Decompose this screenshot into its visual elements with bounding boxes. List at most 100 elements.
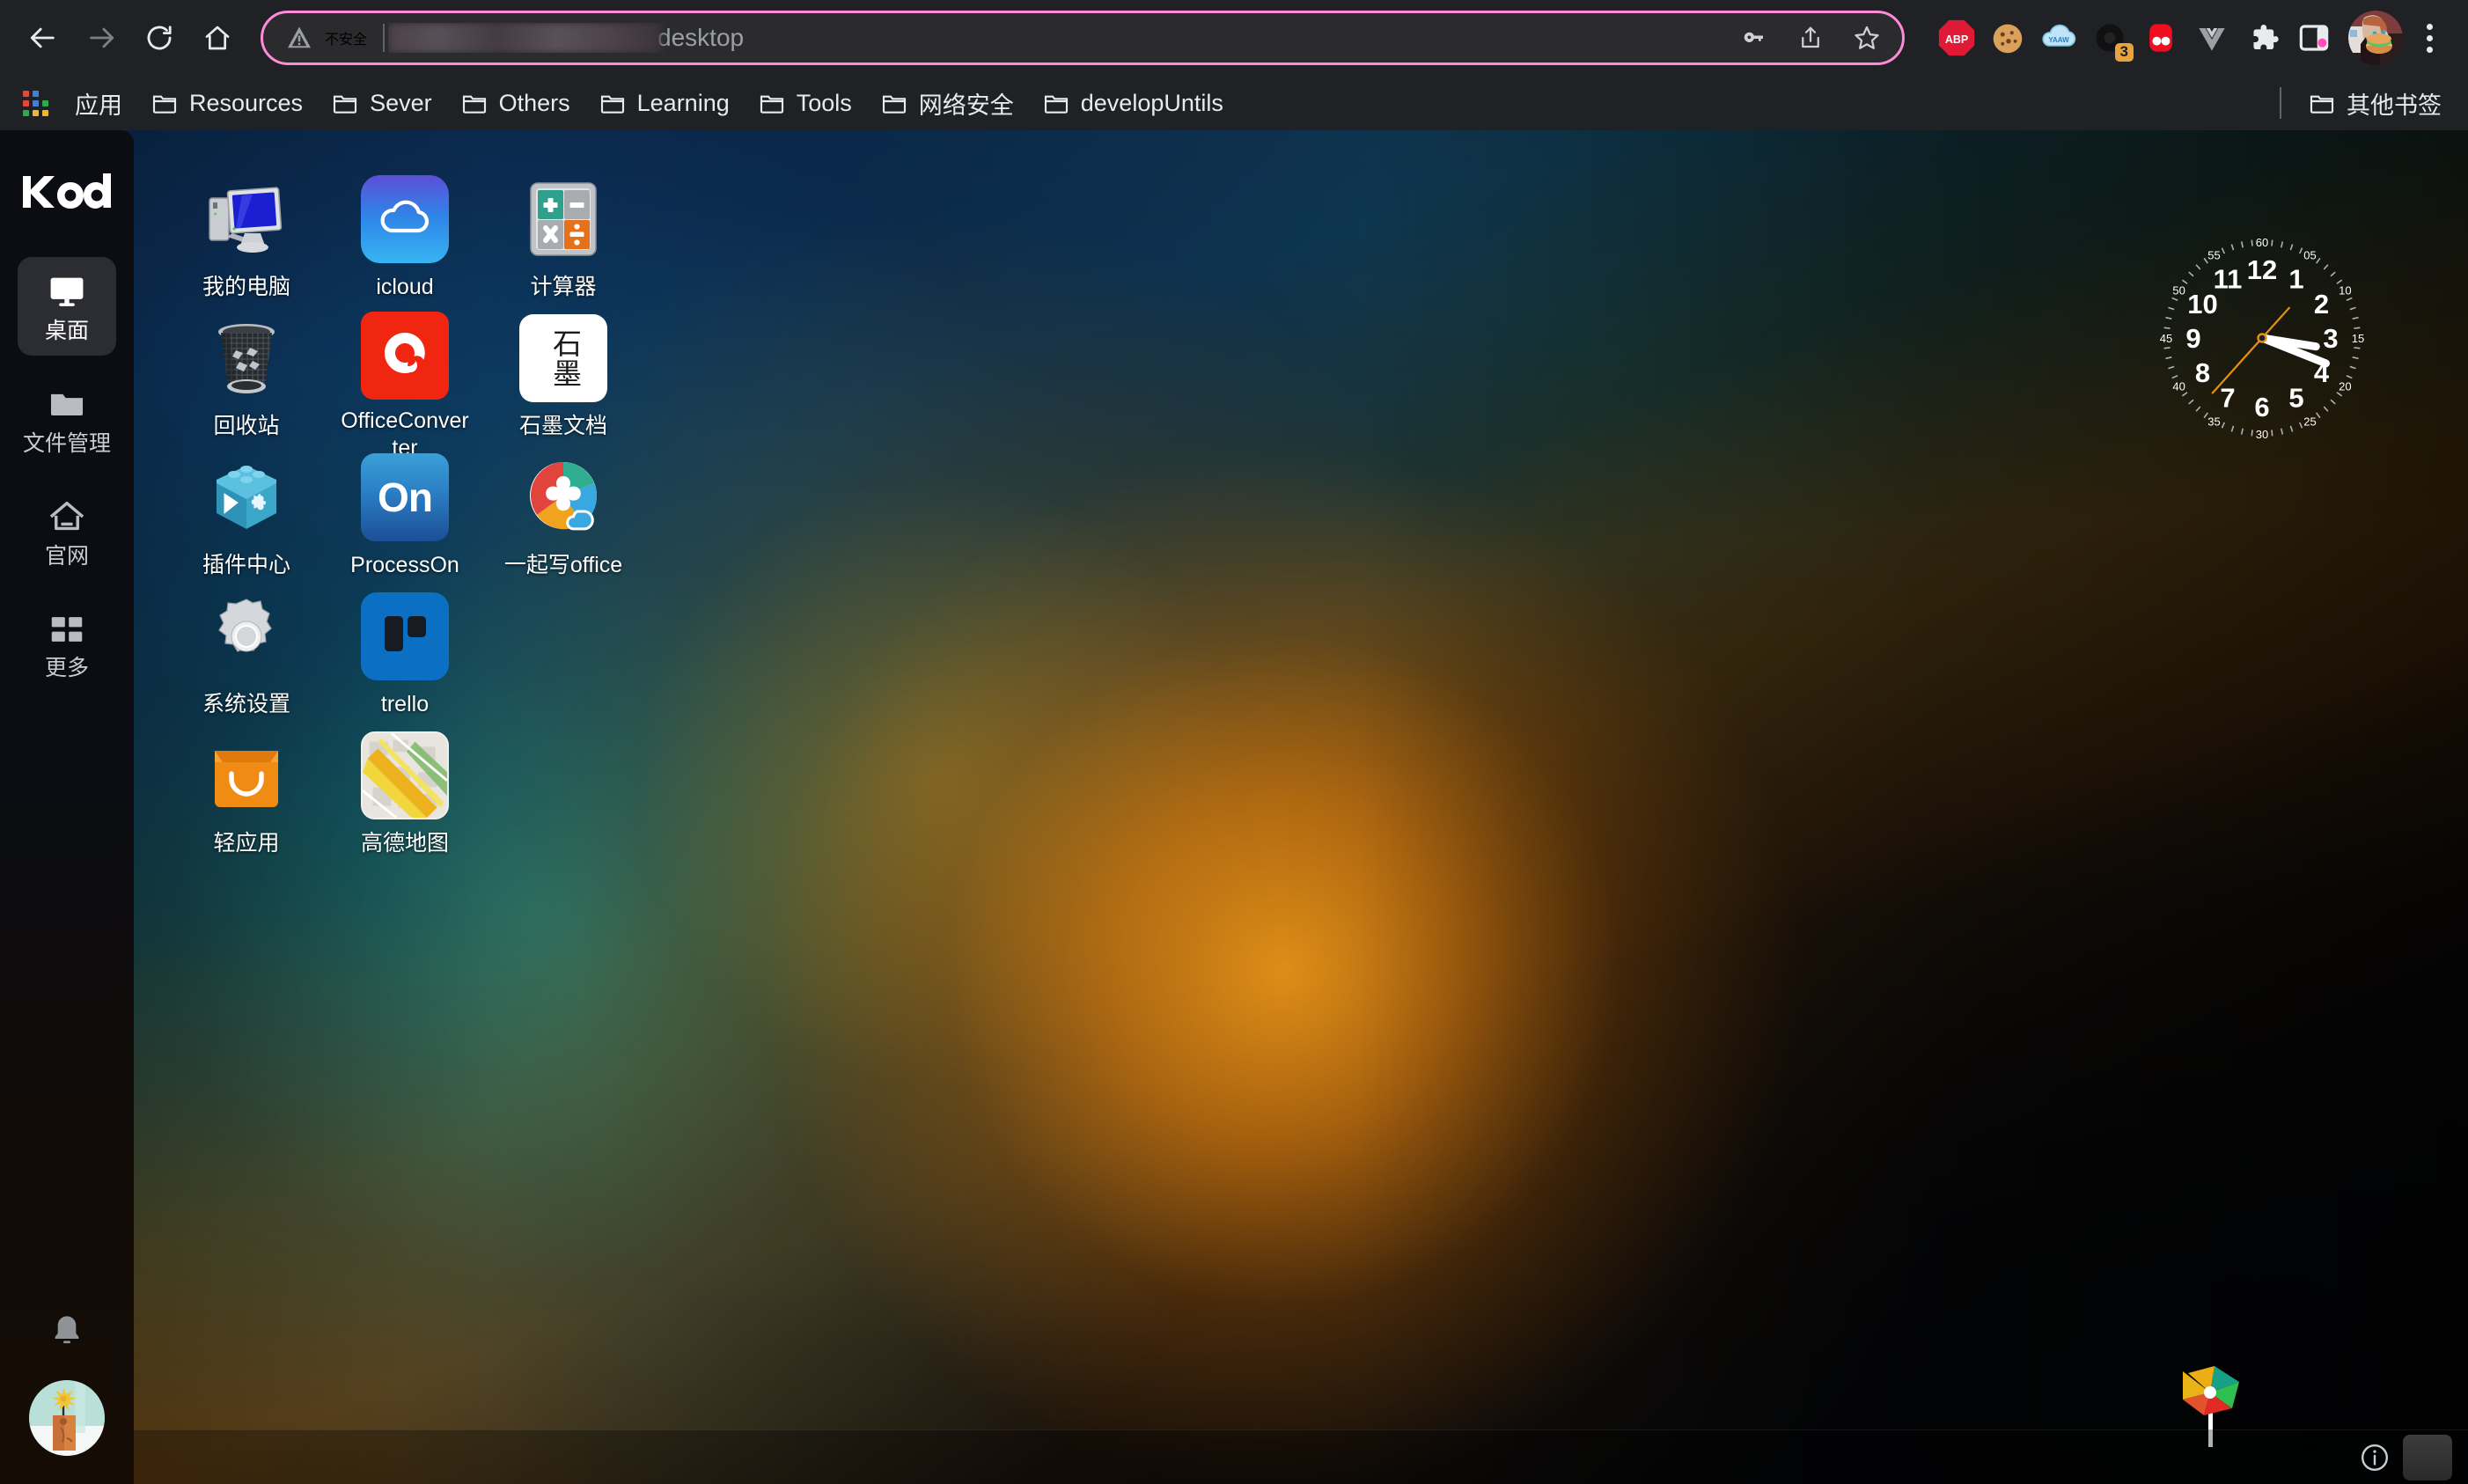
browser-toolbar: 不安全 desktop ABP YAAW 3 xyxy=(0,0,2468,76)
monitor-icon xyxy=(50,277,84,306)
plugin-center-icon xyxy=(200,451,293,544)
sidebar-item-label: 官网 xyxy=(44,543,89,569)
clock-minute-mark: 45 xyxy=(2160,332,2172,345)
kod-desktop-page: 桌面 文件管理 官网 更多 我的电脑 icloud 计算器 回收站 Office… xyxy=(0,130,2468,1484)
desktop-icon-label: 石墨文档 xyxy=(518,414,607,438)
show-desktop-button[interactable] xyxy=(2403,1434,2452,1480)
trello-icon xyxy=(358,590,452,683)
clock-minute-mark: 60 xyxy=(2256,236,2268,249)
home-button[interactable] xyxy=(190,11,245,65)
calculator-icon xyxy=(517,173,610,266)
home-icon xyxy=(49,501,84,530)
desktop-icon-label: 系统设置 xyxy=(202,692,290,716)
desktop-icon-trello[interactable]: trello xyxy=(326,584,484,724)
clock-minute-mark: 25 xyxy=(2303,415,2316,428)
bookmark-folder-other-bookmarks[interactable]: 其他书签 xyxy=(2295,80,2454,127)
desktop-icon-empty-slot xyxy=(484,584,643,724)
browser-menu-button[interactable] xyxy=(2406,11,2452,65)
yaaw-cloud-extension-icon[interactable]: YAAW xyxy=(2033,12,2084,63)
bookmark-folder-network-security[interactable]: 网络安全 xyxy=(868,80,1026,127)
desktop-icon-calculator[interactable]: 计算器 xyxy=(484,167,643,306)
cookie-extension-icon[interactable] xyxy=(1982,12,2033,63)
bookmark-folder-sever[interactable]: Sever xyxy=(319,83,444,123)
officeconverter-icon xyxy=(358,312,452,400)
clock-hour-number: 12 xyxy=(2247,254,2277,285)
bookmarks-bar-right: 其他书签 xyxy=(2280,80,2454,127)
sidebar-item-desktop[interactable]: 桌面 xyxy=(18,257,116,356)
pocket-extension-icon[interactable] xyxy=(2135,12,2186,63)
browser-window: 不安全 desktop ABP YAAW 3 应用 Resources Seve… xyxy=(0,0,2468,1484)
apps-shortcut-icon[interactable] xyxy=(23,90,48,116)
clock-minute-mark: 40 xyxy=(2172,380,2185,393)
bookmark-folder-others[interactable]: Others xyxy=(448,83,583,123)
vue-devtools-extension-icon[interactable] xyxy=(2186,12,2237,63)
desktop-icon-label: 一起写office xyxy=(503,553,623,577)
clock-hour-number: 7 xyxy=(2220,383,2235,414)
profile-avatar[interactable] xyxy=(2348,11,2403,65)
clock-minute-mark: 50 xyxy=(2172,284,2185,298)
bookmark-star-icon[interactable] xyxy=(1844,15,1890,61)
menu-dot xyxy=(2426,46,2433,53)
menu-dot xyxy=(2426,34,2433,41)
desktop-icon-yiqixie-office[interactable]: 一起写office xyxy=(484,445,643,584)
password-key-icon[interactable] xyxy=(1731,15,1777,61)
desktop-icon-amap[interactable]: 高德地图 xyxy=(326,724,484,863)
desktop-icon-label: 我的电脑 xyxy=(202,275,290,299)
onetab-extension-icon[interactable]: 3 xyxy=(2084,12,2135,63)
extensions-puzzle-icon[interactable] xyxy=(2237,12,2288,63)
address-bar-security[interactable]: 不安全 xyxy=(286,24,388,52)
info-icon[interactable] xyxy=(2355,1438,2394,1477)
analog-clock-widget[interactable]: 60 05 10 15 20 25 30 35 40 45 50 55 12 1 2 3 4 5 6 7 8 9 10 11 xyxy=(2151,227,2373,449)
desktop-icon-icloud[interactable]: icloud xyxy=(326,167,484,306)
desktop-icon-label: 轻应用 xyxy=(213,831,280,856)
bookmark-apps[interactable]: 应用 xyxy=(62,80,135,127)
desktop-icon-label: icloud xyxy=(376,275,434,299)
desktop-icon-recycle-bin[interactable]: 回收站 xyxy=(167,306,326,445)
share-icon[interactable] xyxy=(1788,15,1833,61)
clock-minute-mark: 35 xyxy=(2207,415,2220,428)
address-bar[interactable]: 不安全 desktop xyxy=(261,11,1905,65)
shimo-glyph: 石墨 xyxy=(547,328,580,388)
sidebar-item-label: 桌面 xyxy=(44,318,89,343)
desktop-icon-officeconverter[interactable]: OfficeConverter xyxy=(326,306,484,460)
clock-hour-number: 6 xyxy=(2254,392,2269,422)
bookmark-folder-learning[interactable]: Learning xyxy=(586,83,742,123)
omnibox-separator xyxy=(383,24,386,52)
processon-icon: On xyxy=(358,451,452,544)
bookmark-folder-resources[interactable]: Resources xyxy=(138,83,315,123)
clock-minute-mark: 55 xyxy=(2207,249,2220,262)
user-avatar[interactable] xyxy=(29,1380,105,1456)
desktop-icon-my-computer[interactable]: 我的电脑 xyxy=(167,167,326,306)
bookmark-folder-tools[interactable]: Tools xyxy=(746,83,864,123)
back-button[interactable] xyxy=(16,11,70,65)
clock-second-hand xyxy=(2211,306,2290,394)
url-input[interactable]: desktop xyxy=(388,23,1731,53)
reload-button[interactable] xyxy=(132,11,187,65)
side-panel-icon[interactable] xyxy=(2288,12,2339,63)
desktop-icon-plugin-center[interactable]: 插件中心 xyxy=(167,445,326,584)
sidebar-item-file-manager[interactable]: 文件管理 xyxy=(18,370,116,468)
clock-minute-mark: 15 xyxy=(2352,332,2364,345)
desktop-icon-system-settings[interactable]: 系统设置 xyxy=(167,584,326,724)
clock-minute-mark: 05 xyxy=(2303,249,2316,262)
notification-bell-icon[interactable] xyxy=(43,1306,91,1354)
desktop-icon-processon[interactable]: On ProcessOn xyxy=(326,445,484,584)
bookmarks-bar: 应用 Resources Sever Others Learning Tools… xyxy=(0,76,2468,130)
sidebar-item-official-site[interactable]: 官网 xyxy=(18,482,116,581)
bookmark-folder-developuntils[interactable]: developUntils xyxy=(1030,83,1236,123)
clock-minute-mark: 10 xyxy=(2339,284,2351,298)
desktop-icon-shimo-docs[interactable]: 石墨 石墨文档 xyxy=(484,306,643,445)
forward-button[interactable] xyxy=(74,11,129,65)
adblock-plus-extension-icon[interactable]: ABP xyxy=(1931,12,1982,63)
desktop-icon-light-app-store[interactable]: 轻应用 xyxy=(167,724,326,863)
clock-minute-mark: 30 xyxy=(2256,428,2268,441)
insecure-label: 不安全 xyxy=(325,33,368,48)
sidebar-item-label: 更多 xyxy=(44,655,89,680)
bookmark-label: Resources xyxy=(189,89,304,116)
grid-icon xyxy=(51,616,83,642)
sidebar-item-more[interactable]: 更多 xyxy=(18,595,116,694)
desktop-icon-label: trello xyxy=(380,692,430,716)
shimo-docs-icon: 石墨 xyxy=(517,312,610,405)
clock-minute-mark: 20 xyxy=(2339,380,2351,393)
bookmark-label: 其他书签 xyxy=(2347,92,2442,119)
